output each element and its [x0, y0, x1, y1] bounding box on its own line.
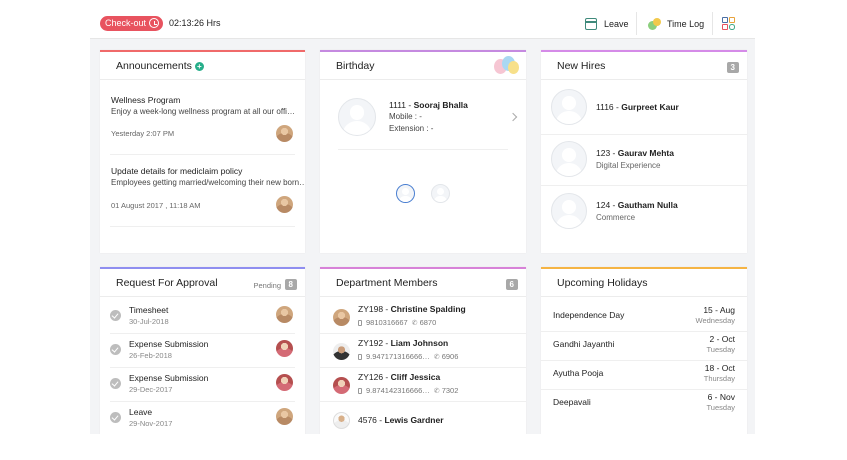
announcements-card: Announcements + Wellness Program Enjoy a … [100, 50, 305, 253]
pending-count-badge: 8 [284, 279, 297, 290]
new-hire-dept: Commerce [596, 213, 636, 222]
announcement-desc: Enjoy a week-long wellness program at al… [111, 107, 295, 116]
count-badge: 6 [505, 279, 518, 290]
birthday-person[interactable]: 1111 - Sooraj Bhalla [389, 100, 468, 110]
department-title: Department Members [336, 277, 438, 289]
avatar [276, 125, 293, 142]
approval-card: Request For Approval Pending 8 Timesheet… [100, 267, 305, 434]
announcement-title: Wellness Program [111, 95, 181, 105]
add-icon[interactable]: + [194, 62, 204, 71]
mobile-icon [358, 354, 362, 360]
avatar [551, 193, 587, 229]
member-contact: 9.874142316666… ✆ 7302 [358, 386, 458, 395]
birthday-avatar [338, 98, 376, 136]
mobile-icon [358, 320, 362, 326]
avatar [333, 412, 350, 429]
top-bar: Check-out 02:13:26 Hrs Leave Time Log [90, 8, 755, 39]
avatar [276, 374, 293, 391]
time-log-button[interactable]: Time Log [648, 16, 704, 32]
count-badge: 3 [726, 62, 739, 73]
birthday-extension: Extension : - [389, 124, 434, 133]
new-hire-name: 123 - Gaurav Mehta [596, 148, 674, 158]
new-hires-card: New Hires 3 1116 - Gurpreet Kaur 123 - G… [541, 50, 747, 253]
clock-icon [149, 18, 159, 28]
apps-grid-icon[interactable] [722, 17, 736, 31]
holidays-card: Upcoming Holidays Independence Day 15 - … [541, 267, 747, 434]
app-window: Check-out 02:13:26 Hrs Leave Time Log An… [90, 8, 755, 434]
avatar [333, 377, 350, 394]
balloons-icon [494, 56, 520, 78]
birthday-title: Birthday [336, 60, 375, 72]
new-hire-name: 124 - Gautham Nulla [596, 200, 678, 210]
leave-button[interactable]: Leave [585, 16, 629, 32]
announcement-desc: Employees getting married/welcoming thei… [111, 178, 305, 187]
holidays-title: Upcoming Holidays [557, 277, 648, 289]
avatar [333, 343, 350, 360]
check-icon [110, 412, 121, 423]
calendar-icon [585, 18, 597, 30]
checkout-label: Check-out [105, 18, 147, 28]
attendance-timer: 02:13:26 Hrs [169, 18, 221, 28]
time-log-icon [648, 17, 661, 31]
phone-icon: ✆ [433, 388, 440, 395]
new-hire-dept: Digital Experience [596, 161, 661, 170]
announcement-title: Update details for mediclaim policy [111, 166, 243, 176]
member-name: ZY192 - Liam Johnson [358, 338, 449, 348]
checkout-button[interactable]: Check-out [100, 16, 163, 31]
mobile-icon [358, 388, 362, 394]
leave-label: Leave [604, 19, 629, 29]
carousel-dot-active[interactable] [396, 184, 415, 203]
avatar [551, 141, 587, 177]
announcements-title: Announcements + [116, 60, 204, 72]
phone-icon: ✆ [433, 354, 440, 361]
avatar [333, 309, 350, 326]
new-hire-name: 1116 - Gurpreet Kaur [596, 102, 679, 112]
avatar [276, 196, 293, 213]
avatar [276, 306, 293, 323]
announcement-time: 01 August 2017 , 11:18 AM [111, 201, 201, 210]
member-name: ZY198 - Christine Spalding [358, 304, 466, 314]
approval-title: Request For Approval [116, 277, 218, 289]
avatar [276, 340, 293, 357]
divider [636, 12, 637, 35]
member-name: ZY126 - Cliff Jessica [358, 372, 441, 382]
pending-label: Pending [253, 281, 281, 290]
department-card: Department Members 6 ZY198 - Christine S… [320, 267, 526, 434]
member-contact: 9810316667 ✆ 6870 [358, 318, 436, 327]
phone-icon: ✆ [411, 320, 418, 327]
announcement-time: Yesterday 2:07 PM [111, 129, 175, 138]
time-log-label: Time Log [667, 19, 705, 29]
birthday-mobile: Mobile : - [389, 112, 422, 121]
carousel-dot[interactable] [431, 184, 450, 203]
member-name: 4576 - Lewis Gardner [358, 415, 444, 425]
birthday-card: Birthday 1111 - Sooraj Bhalla Mobile : -… [320, 50, 526, 253]
avatar [551, 89, 587, 125]
check-icon [110, 344, 121, 355]
check-icon [110, 310, 121, 321]
divider [712, 12, 713, 35]
member-contact: 9.947171316666… ✆ 6906 [358, 352, 458, 361]
check-icon [110, 378, 121, 389]
chevron-right-icon[interactable] [508, 112, 518, 122]
new-hires-title: New Hires [557, 60, 606, 72]
avatar [276, 408, 293, 425]
